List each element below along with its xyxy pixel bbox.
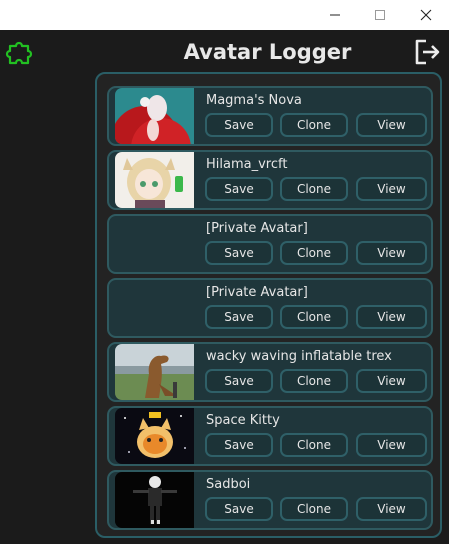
save-button[interactable]: Save bbox=[205, 241, 273, 265]
avatar-name: [Private Avatar] bbox=[206, 221, 308, 236]
avatar-name: wacky waving inflatable trex bbox=[206, 349, 392, 364]
avatar-thumbnail bbox=[115, 88, 194, 144]
avatar-thumbnail bbox=[115, 472, 194, 528]
avatar-card: Sadboi Save Clone View bbox=[107, 470, 433, 530]
avatar-thumbnail bbox=[115, 152, 194, 208]
save-button[interactable]: Save bbox=[205, 433, 273, 457]
view-button[interactable]: View bbox=[356, 113, 427, 137]
save-button[interactable]: Save bbox=[205, 369, 273, 393]
clone-button[interactable]: Clone bbox=[280, 369, 348, 393]
page-title: Avatar Logger bbox=[183, 40, 352, 64]
clone-button[interactable]: Clone bbox=[280, 497, 348, 521]
logout-icon[interactable] bbox=[413, 38, 441, 66]
clone-button[interactable]: Clone bbox=[280, 433, 348, 457]
view-button[interactable]: View bbox=[356, 305, 427, 329]
avatar-thumbnail bbox=[115, 408, 194, 464]
avatar-name: Magma's Nova bbox=[206, 93, 302, 108]
avatar-name: Hilama_vrcft bbox=[206, 157, 288, 172]
clone-button[interactable]: Clone bbox=[280, 113, 348, 137]
minimize-button[interactable] bbox=[312, 0, 358, 30]
avatar-thumbnail bbox=[115, 344, 194, 400]
view-button[interactable]: View bbox=[356, 369, 427, 393]
avatar-card: [Private Avatar] Save Clone View bbox=[107, 278, 433, 338]
avatar-name: Sadboi bbox=[206, 477, 251, 492]
avatar-card: Magma's Nova Save Clone View bbox=[107, 86, 433, 146]
avatar-card: Space Kitty Save Clone View bbox=[107, 406, 433, 466]
view-button[interactable]: View bbox=[356, 241, 427, 265]
view-button[interactable]: View bbox=[356, 433, 427, 457]
avatar-name: [Private Avatar] bbox=[206, 285, 308, 300]
save-button[interactable]: Save bbox=[205, 497, 273, 521]
minimize-icon bbox=[330, 14, 340, 16]
clone-button[interactable]: Clone bbox=[280, 241, 348, 265]
clone-button[interactable]: Clone bbox=[280, 305, 348, 329]
view-button[interactable]: View bbox=[356, 497, 427, 521]
save-button[interactable]: Save bbox=[205, 113, 273, 137]
view-button[interactable]: View bbox=[356, 177, 427, 201]
save-button[interactable]: Save bbox=[205, 305, 273, 329]
avatar-name: Space Kitty bbox=[206, 413, 280, 428]
close-button[interactable] bbox=[403, 0, 449, 30]
close-icon bbox=[420, 9, 432, 21]
avatar-card: wacky waving inflatable trex Save Clone … bbox=[107, 342, 433, 402]
save-button[interactable]: Save bbox=[205, 177, 273, 201]
avatar-card: Hilama_vrcft Save Clone View bbox=[107, 150, 433, 210]
clone-button[interactable]: Clone bbox=[280, 177, 348, 201]
maximize-icon bbox=[375, 10, 385, 20]
maximize-button[interactable] bbox=[357, 0, 403, 30]
avatar-card: [Private Avatar] Save Clone View bbox=[107, 214, 433, 274]
window-titlebar bbox=[0, 0, 449, 30]
